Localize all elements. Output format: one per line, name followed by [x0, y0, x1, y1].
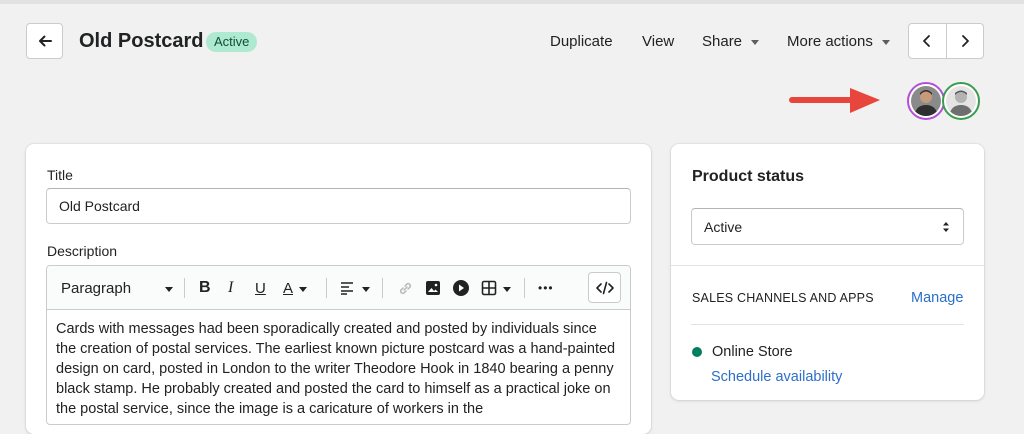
toolbar-divider: [184, 278, 185, 298]
table-icon: [481, 280, 497, 296]
status-select[interactable]: Active: [691, 208, 964, 245]
select-arrows-icon: [943, 222, 949, 232]
caret-down-icon: [503, 286, 511, 292]
pagination: [908, 23, 984, 59]
person-photo-icon: [946, 86, 976, 116]
image-button[interactable]: [425, 266, 441, 310]
description-label: Description: [47, 243, 118, 259]
play-circle-icon: [453, 280, 469, 296]
sales-channels-heading: SALES CHANNELS AND APPS: [692, 291, 874, 305]
ellipsis-icon: •••: [538, 281, 554, 295]
title-label: Title: [47, 167, 73, 183]
table-button[interactable]: [481, 266, 511, 310]
underline-icon: U: [255, 279, 266, 297]
channels-divider: [691, 324, 964, 325]
annotation-arrow: [789, 88, 880, 113]
italic-icon: I: [228, 279, 234, 296]
schedule-availability-link[interactable]: Schedule availability: [711, 369, 842, 385]
caret-down-icon: [362, 286, 370, 292]
view-button[interactable]: View: [642, 33, 674, 50]
description-textarea[interactable]: Cards with messages had been sporadicall…: [47, 310, 630, 424]
manage-link[interactable]: Manage: [911, 290, 963, 306]
text-color-button[interactable]: A: [283, 266, 308, 310]
top-edge: [0, 0, 1024, 4]
align-button[interactable]: [340, 266, 370, 310]
online-status-dot: [692, 347, 702, 357]
next-button[interactable]: [945, 24, 983, 58]
bold-button[interactable]: B: [199, 266, 211, 310]
back-button[interactable]: [26, 23, 63, 59]
more-actions-button[interactable]: More actions: [787, 33, 890, 50]
link-icon: [399, 282, 412, 294]
more-actions-label: More actions: [787, 33, 873, 50]
section-divider: [671, 265, 984, 266]
video-button[interactable]: [452, 266, 470, 310]
caret-down-icon: [165, 286, 174, 292]
toolbar-divider: [382, 278, 383, 298]
previous-button[interactable]: [909, 24, 946, 58]
title-input[interactable]: Old Postcard: [46, 188, 631, 224]
toolbar-divider: [326, 278, 327, 298]
toolbar-divider: [524, 278, 525, 298]
duplicate-button[interactable]: Duplicate: [550, 33, 613, 50]
chevron-left-icon: [923, 35, 931, 47]
status-select-value: Active: [704, 218, 743, 235]
description-editor: Paragraph B I U A ••• Cards with message…: [46, 265, 631, 425]
avatar-user-2[interactable]: [942, 82, 980, 120]
person-photo-icon: [911, 86, 941, 116]
caret-down-icon: [881, 40, 890, 45]
share-button[interactable]: Share: [702, 33, 760, 50]
text-color-icon: A: [283, 279, 294, 297]
title-input-value: Old Postcard: [59, 198, 140, 214]
image-icon: [426, 281, 440, 295]
editor-toolbar: Paragraph B I U A •••: [47, 266, 630, 310]
page-title: Old Postcard: [79, 30, 204, 52]
align-left-icon: [341, 282, 353, 295]
avatar-user-1[interactable]: [907, 82, 945, 120]
paragraph-select-label: Paragraph: [61, 279, 132, 297]
view-label: View: [642, 33, 675, 50]
caret-down-icon: [751, 40, 760, 45]
product-status-heading: Product status: [692, 168, 805, 185]
code-icon: [595, 281, 614, 294]
bold-icon: B: [199, 279, 211, 296]
caret-down-icon: [299, 286, 308, 292]
more-tools-button[interactable]: •••: [538, 266, 554, 310]
italic-button[interactable]: I: [228, 266, 233, 310]
duplicate-label: Duplicate: [550, 33, 613, 50]
underline-button[interactable]: U: [255, 266, 266, 310]
channel-name: Online Store: [712, 344, 793, 360]
chevron-right-icon: [962, 35, 969, 47]
share-label: Share: [702, 33, 743, 50]
show-html-button[interactable]: [588, 272, 621, 303]
link-button[interactable]: [397, 266, 414, 310]
arrow-left-icon: [38, 35, 52, 47]
status-badge: Active: [206, 32, 258, 52]
paragraph-select[interactable]: Paragraph: [61, 266, 174, 310]
